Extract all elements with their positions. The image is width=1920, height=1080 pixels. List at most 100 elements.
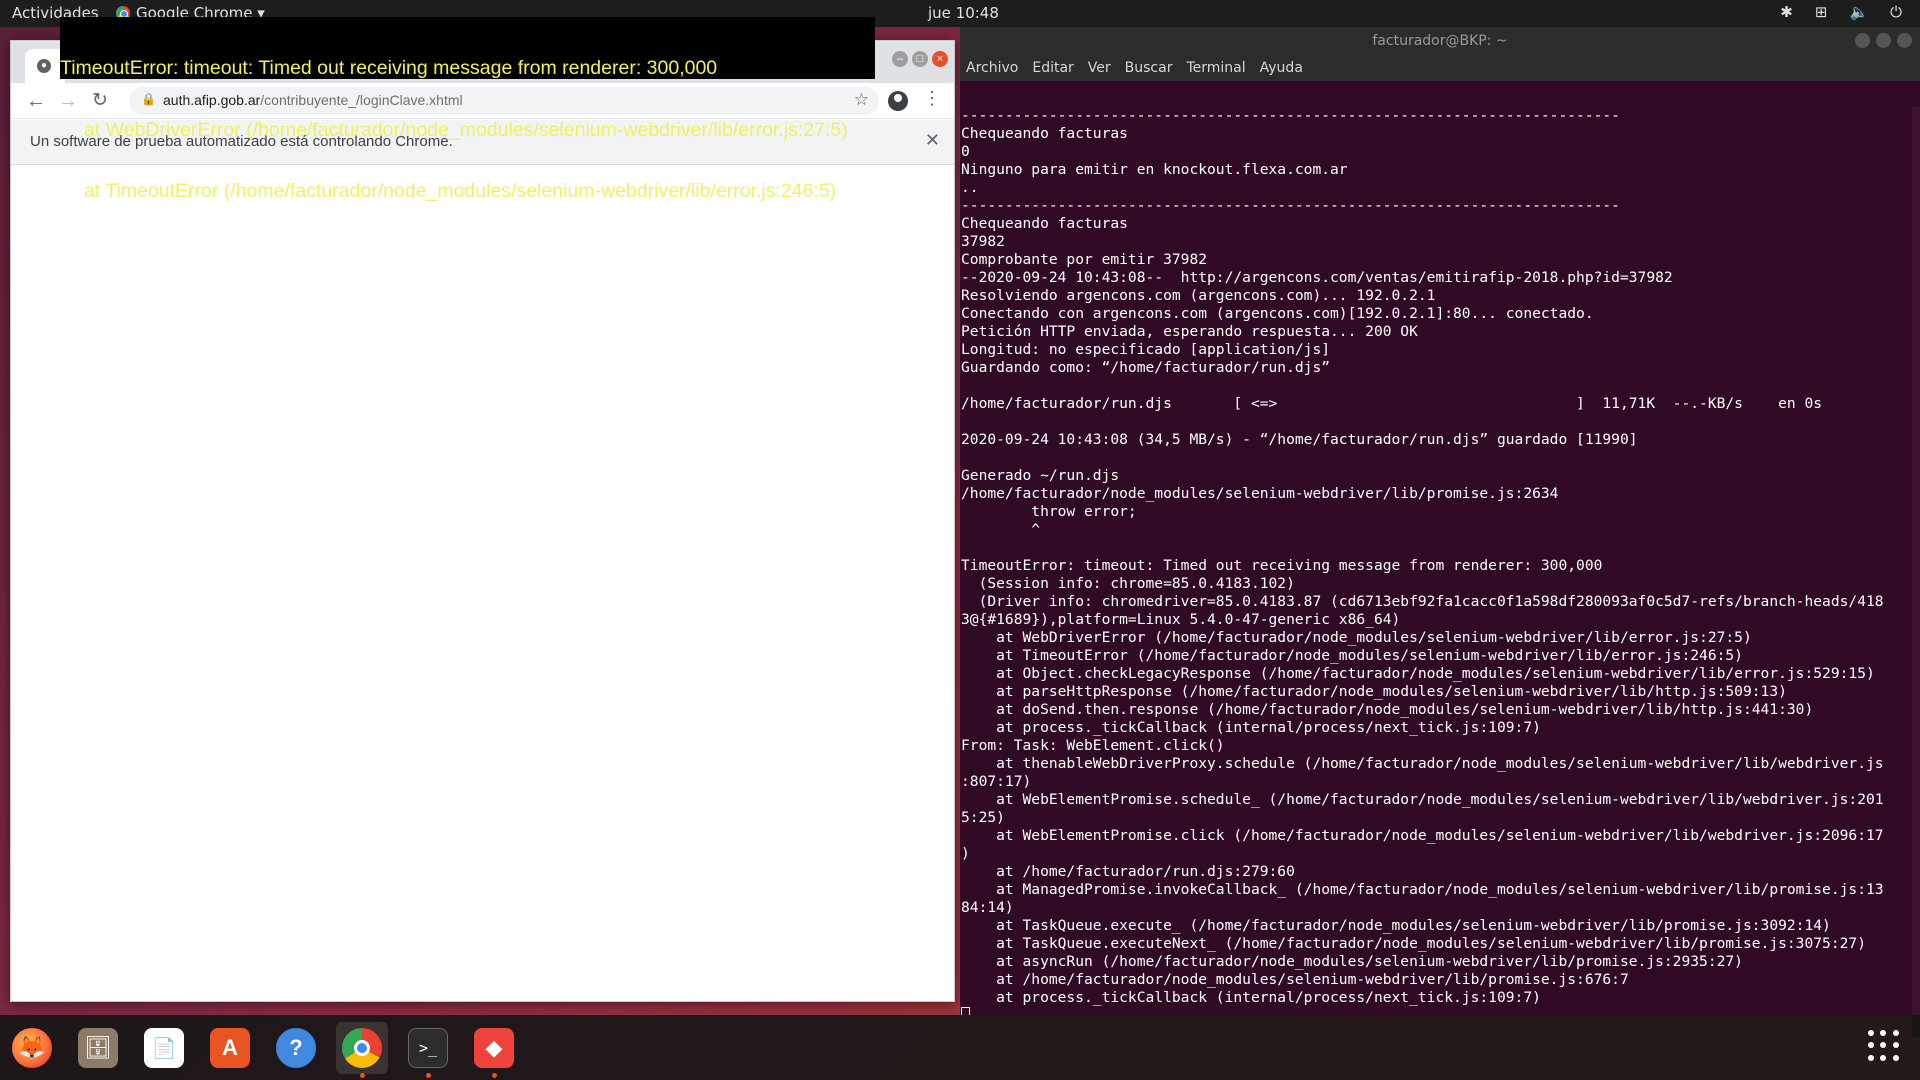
minimize-button[interactable] xyxy=(1855,33,1870,48)
terminal-line: at doSend.then.response (/home/facturado… xyxy=(961,701,1814,718)
terminal-line: 5:25) xyxy=(961,809,1005,826)
terminal-line: throw error; xyxy=(961,503,1137,520)
maximize-button[interactable]: □ xyxy=(912,51,928,67)
terminal-line: at parseHttpResponse (/home/facturador/n… xyxy=(961,683,1787,700)
terminal-line: Resolviendo argencons.com (argencons.com… xyxy=(961,287,1436,304)
terminal-line: ----------------------------------------… xyxy=(961,197,1620,214)
running-indicator xyxy=(492,1073,497,1078)
menu-buscar[interactable]: Buscar xyxy=(1125,60,1173,76)
software-center-icon: A xyxy=(210,1028,250,1068)
terminal-line: /home/facturador/run.djs [ <=> ] 11,71K … xyxy=(961,395,1823,412)
terminal-line: 0 xyxy=(961,143,970,160)
dock-anydesk[interactable]: ◆ xyxy=(468,1022,520,1078)
terminal-line: at TimeoutError (/home/facturador/node_m… xyxy=(961,647,1743,664)
error-notification: TimeoutError: timeout: Timed out receivi… xyxy=(60,17,875,201)
show-applications-icon[interactable] xyxy=(1868,1030,1900,1062)
profile-avatar[interactable] xyxy=(888,91,908,111)
maximize-button[interactable] xyxy=(1876,33,1891,48)
bluetooth-icon[interactable]: ✱ xyxy=(1780,3,1793,21)
terminal-line: at thenableWebDriverProxy.schedule (/hom… xyxy=(961,755,1884,772)
terminal-menubar: Archivo Editar Ver Buscar Terminal Ayuda xyxy=(960,55,1920,81)
terminal-line: Chequeando facturas xyxy=(961,125,1128,142)
menu-editar[interactable]: Editar xyxy=(1032,60,1073,76)
dock-writer[interactable]: 📄 xyxy=(138,1022,190,1074)
terminal-line: at WebDriverError (/home/facturador/node… xyxy=(961,629,1752,646)
menu-kebab-icon[interactable]: ⋮ xyxy=(923,88,941,109)
terminal-line: 3@{#1689}),platform=Linux 5.4.0-47-gener… xyxy=(961,611,1401,628)
terminal-line: Generado ~/run.djs xyxy=(961,467,1120,484)
terminal-title: facturador@BKP: ~ xyxy=(1372,33,1508,49)
close-button[interactable] xyxy=(1897,33,1912,48)
terminal-line: Comprobante por emitir 37982 xyxy=(961,251,1208,268)
notification-line: at WebDriverError (/home/facturador/node… xyxy=(84,118,848,141)
firefox-icon: 🦊 xyxy=(12,1028,52,1068)
terminal-line: at asyncRun (/home/facturador/node_modul… xyxy=(961,953,1743,970)
terminal-line: at /home/facturador/node_modules/seleniu… xyxy=(961,971,1629,988)
terminal-line: Ninguno para emitir en knockout.flexa.co… xyxy=(961,161,1348,178)
chrome-icon xyxy=(342,1028,382,1068)
terminal-line: ----------------------------------------… xyxy=(961,107,1620,124)
clock[interactable]: jue 10:48 xyxy=(928,4,999,22)
dock: 🦊 🗄 📄 A ? >_ ◆ xyxy=(0,1015,1920,1080)
help-icon: ? xyxy=(276,1028,316,1068)
browser-tab[interactable]: ● xyxy=(25,49,65,83)
close-button[interactable]: × xyxy=(932,51,948,67)
terminal-line: TimeoutError: timeout: Timed out receivi… xyxy=(961,557,1603,574)
terminal-line: 2020-09-24 10:43:08 (34,5 MB/s) - “/home… xyxy=(961,431,1638,448)
running-indicator xyxy=(360,1073,365,1078)
writer-icon: 📄 xyxy=(144,1028,184,1068)
dock-terminal[interactable]: >_ xyxy=(402,1022,454,1078)
notification-line: TimeoutError: timeout: Timed out receivi… xyxy=(60,57,718,79)
dock-software-center[interactable]: A xyxy=(204,1022,256,1074)
menu-ver[interactable]: Ver xyxy=(1088,60,1111,76)
dock-chrome[interactable] xyxy=(336,1022,388,1078)
page-viewport[interactable] xyxy=(11,166,954,1001)
terminal-line: at WebElementPromise.schedule_ (/home/fa… xyxy=(961,791,1884,808)
back-button[interactable]: ← xyxy=(23,89,49,113)
terminal-line: 37982 xyxy=(961,233,1005,250)
terminal-line: Chequeando facturas xyxy=(961,215,1128,232)
infobar-close-icon[interactable]: ✕ xyxy=(925,130,940,151)
menu-terminal[interactable]: Terminal xyxy=(1186,60,1245,76)
system-tray[interactable]: ✱ ⊞ 🔈 ⏻ xyxy=(1780,3,1902,21)
terminal-window-controls xyxy=(1855,33,1912,48)
terminal-line: at ManagedPromise.invokeCallback_ (/home… xyxy=(961,881,1884,898)
menu-archivo[interactable]: Archivo xyxy=(966,60,1018,76)
terminal-line: :807:17) xyxy=(961,773,1032,790)
volume-icon[interactable]: 🔈 xyxy=(1849,3,1868,21)
network-icon[interactable]: ⊞ xyxy=(1815,3,1828,21)
dock-files[interactable]: 🗄 xyxy=(72,1022,124,1074)
terminal-line: (Session info: chrome=85.0.4183.102) xyxy=(961,575,1295,592)
power-icon[interactable]: ⏻ xyxy=(1890,3,1902,21)
terminal-icon: >_ xyxy=(408,1028,448,1068)
terminal-titlebar: facturador@BKP: ~ xyxy=(960,27,1920,55)
terminal-line: Conectando con argencons.com (argencons.… xyxy=(961,305,1594,322)
terminal-line: (Driver info: chromedriver=85.0.4183.87 … xyxy=(961,593,1884,610)
window-controls: – □ × xyxy=(892,51,948,67)
terminal-output[interactable]: ----------------------------------------… xyxy=(960,81,1910,1015)
minimize-button[interactable]: – xyxy=(892,51,908,67)
terminal-line: From: Task: WebElement.click() xyxy=(961,737,1225,754)
terminal-line: at WebElementPromise.click (/home/factur… xyxy=(961,827,1884,844)
terminal-line: /home/facturador/node_modules/selenium-w… xyxy=(961,485,1559,502)
menu-ayuda[interactable]: Ayuda xyxy=(1260,60,1303,76)
terminal-window: facturador@BKP: ~ Archivo Editar Ver Bus… xyxy=(960,27,1920,1037)
terminal-line: at /home/facturador/run.djs:279:60 xyxy=(961,863,1295,880)
terminal-line: Longitud: no especificado [application/j… xyxy=(961,341,1331,358)
terminal-line: ^ xyxy=(961,521,1041,538)
dock-firefox[interactable]: 🦊 xyxy=(6,1022,58,1074)
notification-line: at TimeoutError (/home/facturador/node_m… xyxy=(84,180,837,202)
terminal-scrollbar[interactable] xyxy=(1912,107,1920,1037)
terminal-line: Guardando como: “/home/facturador/run.dj… xyxy=(961,359,1331,376)
files-icon: 🗄 xyxy=(78,1028,118,1068)
terminal-line: .. xyxy=(961,179,979,196)
terminal-line: ) xyxy=(961,845,970,862)
terminal-line: at Object.checkLegacyResponse (/home/fac… xyxy=(961,665,1875,682)
terminal-line: Petición HTTP enviada, esperando respues… xyxy=(961,323,1418,340)
dock-help[interactable]: ? xyxy=(270,1022,322,1074)
terminal-line: at process._tickCallback (internal/proce… xyxy=(961,989,1541,1006)
